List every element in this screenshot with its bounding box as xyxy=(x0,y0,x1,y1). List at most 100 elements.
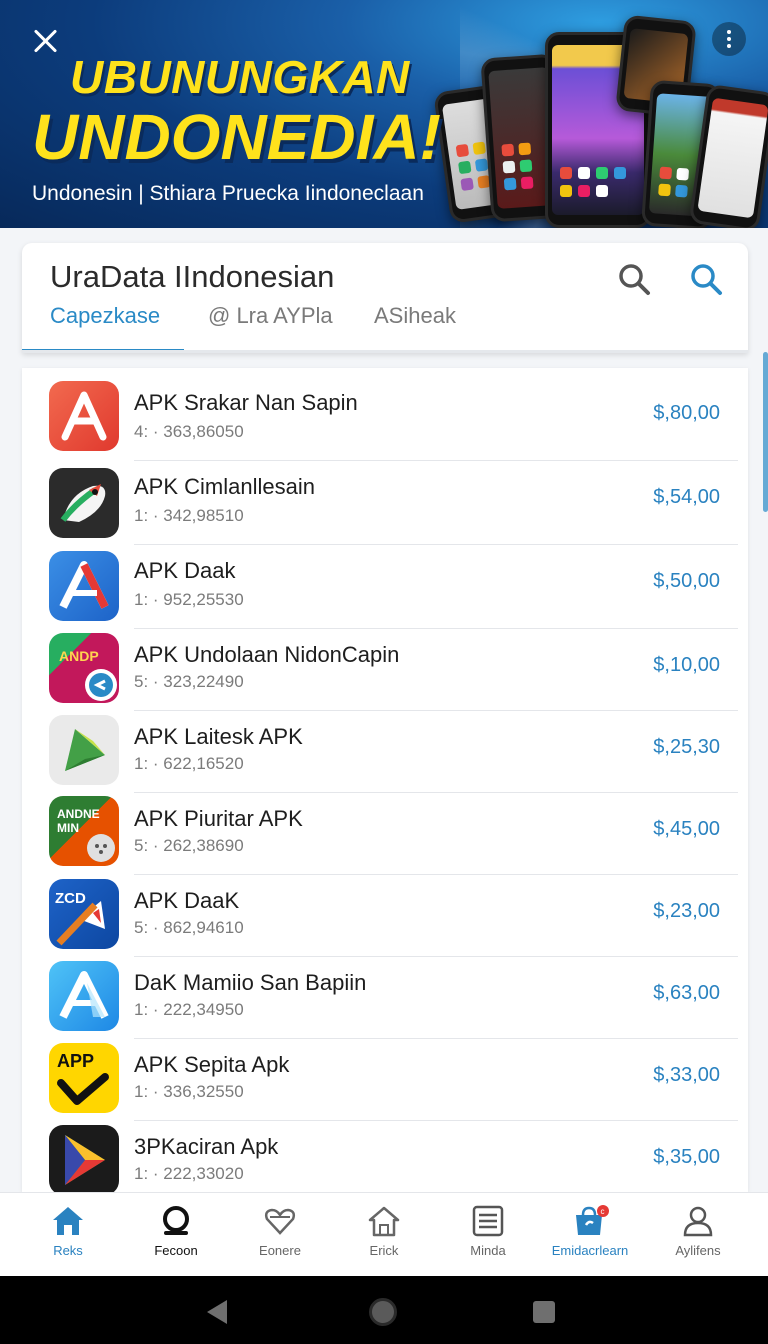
nav-label: Minda xyxy=(470,1243,506,1258)
row-divider xyxy=(134,1120,738,1121)
row-divider xyxy=(134,792,738,793)
more-vert-icon[interactable] xyxy=(712,22,746,56)
app-meta: 5: · 262,38690 xyxy=(134,836,244,855)
letter-a-cyan-icon xyxy=(49,961,119,1031)
shopping-bag-icon: c xyxy=(576,1205,609,1235)
app-name: APK Daak xyxy=(134,558,236,583)
app-price: $,45,00 xyxy=(653,818,720,840)
header-card: UraData IIndonesian Capezkase @ Lra AYPl… xyxy=(22,243,748,353)
app-meta: 1: · 222,33020 xyxy=(134,1164,244,1183)
close-icon[interactable] xyxy=(28,24,62,58)
android-chat-icon: ANDP xyxy=(49,633,119,703)
app-price: $,10,00 xyxy=(653,654,720,676)
search-icon-blue[interactable] xyxy=(688,261,724,297)
row-divider xyxy=(134,710,738,711)
app-screen: UBUNUNGKAN UNDONEDIA! Undonesin | Sthiar… xyxy=(0,0,768,1344)
search-icon xyxy=(163,1206,189,1235)
app-yellow-icon: APP xyxy=(49,1043,119,1113)
nav-item-eonere[interactable]: Eonere xyxy=(230,1205,330,1271)
nav-label: Fecoon xyxy=(154,1243,198,1258)
home-icon xyxy=(53,1207,83,1235)
person-icon xyxy=(683,1206,713,1237)
letter-a-orange-icon xyxy=(49,381,119,451)
tab-bar: Capezkase @ Lra AYPla ASiheak xyxy=(22,295,748,353)
heart-icon xyxy=(264,1208,296,1235)
banner-subtitle: Undonesin | Sthiara Pruecka Iindoneclaan xyxy=(32,182,424,205)
android-orange-icon: ANDNE MIN xyxy=(49,796,119,866)
svg-text:MIN: MIN xyxy=(57,821,79,835)
nav-label: Emidacrlearn xyxy=(551,1243,629,1258)
app-price: $,50,00 xyxy=(653,570,720,592)
row-divider xyxy=(134,1038,738,1039)
banner-title-line2: UNDONEDIA! xyxy=(32,101,441,173)
nav-badge: c xyxy=(601,1207,605,1216)
app-meta: 1: · 342,98510 xyxy=(134,506,244,525)
row-divider xyxy=(134,956,738,957)
app-meta: 4: · 363,86050 xyxy=(134,422,244,441)
list-icon xyxy=(472,1205,504,1237)
row-divider xyxy=(134,460,738,461)
app-price: $,23,00 xyxy=(653,900,720,922)
scroll-indicator[interactable] xyxy=(763,352,768,512)
nav-item-reks[interactable]: Reks xyxy=(18,1205,118,1271)
list-item[interactable]: ANDP APK Undolaan NidonCapin 5: · 323,22… xyxy=(22,630,748,712)
app-price: $,33,00 xyxy=(653,1064,720,1086)
nav-item-emidacrlearn[interactable]: c Emidacrlearn xyxy=(540,1205,640,1271)
list-item[interactable]: APP APK Sepita Apk 1: · 336,32550 $,33,0… xyxy=(22,1040,748,1122)
nav-item-aylifens[interactable]: Aylifens xyxy=(648,1205,748,1271)
list-item[interactable]: DaK Mamiio San Bapiin 1: · 222,34950 $,6… xyxy=(22,958,748,1040)
app-price: $,63,00 xyxy=(653,982,720,1004)
app-price: $,25,30 xyxy=(653,736,720,758)
recent-apps-icon[interactable] xyxy=(533,1301,555,1323)
list-item[interactable]: APK Cimlanllesain 1: · 342,98510 $,54,00 xyxy=(22,462,748,546)
nav-label: Reks xyxy=(53,1243,83,1258)
list-item[interactable]: ZCD APK DaaK 5: · 862,94610 $,23,00 xyxy=(22,876,748,958)
nav-item-erick[interactable]: Erick xyxy=(334,1205,434,1271)
app-price: $,80,00 xyxy=(653,402,720,424)
row-divider xyxy=(134,874,738,875)
header-divider xyxy=(22,350,748,353)
green-arrow-icon xyxy=(49,715,119,785)
list-item[interactable]: APK Srakar Nan Sapin 4: · 363,86050 $,80… xyxy=(22,378,748,462)
letter-a-blue-red-icon xyxy=(49,551,119,621)
tab-lra-aypla[interactable]: @ Lra AYPla xyxy=(208,303,333,329)
app-name: APK Undolaan NidonCapin xyxy=(134,642,400,667)
nav-label: Erick xyxy=(369,1243,399,1258)
app-price: $,54,00 xyxy=(653,486,720,508)
tab-asiheak[interactable]: ASiheak xyxy=(374,303,456,329)
promo-banner[interactable]: UBUNUNGKAN UNDONEDIA! Undonesin | Sthiar… xyxy=(0,0,768,228)
page-title: UraData IIndonesian xyxy=(50,259,335,294)
list-item[interactable]: APK Laitesk APK 1: · 622,16520 $,25,30 xyxy=(22,712,748,794)
app-meta: 5: · 323,22490 xyxy=(134,672,244,691)
app-meta: 1: · 222,34950 xyxy=(134,1000,244,1019)
house-outline-icon xyxy=(368,1206,400,1237)
app-name: APK Cimlanllesain xyxy=(134,474,315,499)
app-name: DaK Mamiio San Bapiin xyxy=(134,970,367,995)
app-name: 3PKaciran Apk xyxy=(134,1134,279,1159)
list-item[interactable]: 3PKaciran Apk 1: · 222,33020 $,35,00 xyxy=(22,1122,748,1192)
play-triangle-icon xyxy=(49,1125,119,1192)
app-list: APK Srakar Nan Sapin 4: · 363,86050 $,80… xyxy=(22,368,748,1192)
tab-capezkase[interactable]: Capezkase xyxy=(50,303,160,329)
back-icon[interactable] xyxy=(207,1300,227,1324)
row-divider xyxy=(134,544,738,545)
svg-text:ANDNE: ANDNE xyxy=(57,807,100,821)
nav-item-fecoon[interactable]: Fecoon xyxy=(126,1205,226,1271)
app-name: APK Srakar Nan Sapin xyxy=(134,390,358,415)
home-button-icon[interactable] xyxy=(369,1298,397,1326)
app-meta: 1: · 952,25530 xyxy=(134,590,244,609)
app-name: APK Piuritar APK xyxy=(134,806,303,831)
bottom-nav: Reks Fecoon Eonere Erick Minda c Emidacr… xyxy=(0,1192,768,1276)
svg-text:APP: APP xyxy=(57,1051,94,1071)
row-divider xyxy=(134,628,738,629)
zcd-blue-icon: ZCD xyxy=(49,879,119,949)
search-icon[interactable] xyxy=(616,261,652,297)
app-name: APK Laitesk APK xyxy=(134,724,303,749)
app-price: $,35,00 xyxy=(653,1146,720,1168)
nav-label: Eonere xyxy=(259,1243,301,1258)
list-item[interactable]: APK Daak 1: · 952,25530 $,50,00 xyxy=(22,546,748,630)
app-name: APK Sepita Apk xyxy=(134,1052,290,1077)
app-meta: 1: · 336,32550 xyxy=(134,1082,244,1101)
nav-item-minda[interactable]: Minda xyxy=(438,1205,538,1271)
list-item[interactable]: ANDNE MIN APK Piuritar APK 5: · 262,38690… xyxy=(22,794,748,876)
